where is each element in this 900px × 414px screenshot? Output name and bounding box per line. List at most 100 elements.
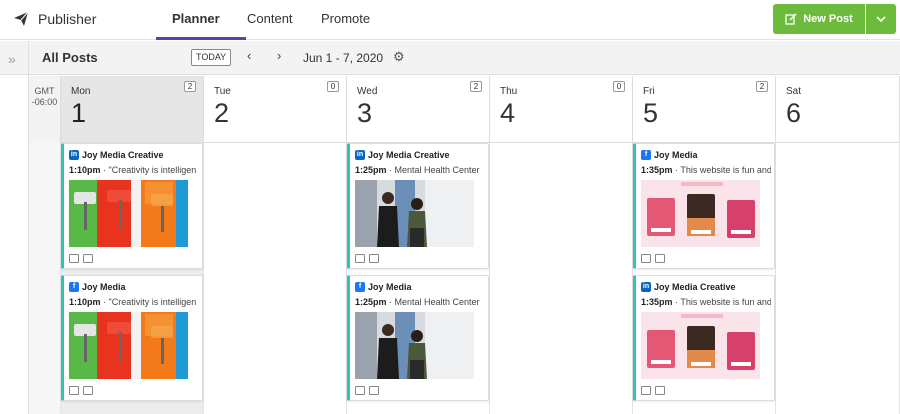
post-time: 1:35pm (641, 165, 673, 175)
calendar-icon (355, 254, 365, 263)
day-header-mon[interactable]: Mon 1 2 (61, 76, 204, 143)
post-meta-icons (641, 254, 665, 263)
post-image-paint-rollers[interactable] (69, 180, 188, 247)
timezone-offset: -06:00 (31, 97, 58, 107)
day-name: Mon (71, 86, 91, 97)
day-number: 6 (786, 98, 802, 128)
post-time: 1:25pm (355, 297, 387, 307)
post-preview: 1:35pm · This website is fun and (641, 165, 771, 175)
date-range: Jun 1 - 7, 2020 (303, 51, 384, 65)
today-button[interactable]: TODAY (191, 49, 232, 66)
tab-promote[interactable]: Promote (321, 11, 370, 26)
account-name: Joy Media (368, 282, 412, 292)
post-text: Mental Health Center (394, 165, 480, 175)
day-name: Wed (357, 86, 378, 97)
image-icon (655, 386, 665, 395)
day-column-thu[interactable] (490, 143, 633, 414)
tab-planner[interactable]: Planner (172, 11, 220, 26)
post-account: f Joy Media (355, 282, 412, 292)
calendar-icon (641, 386, 651, 395)
post-preview: 1:25pm · Mental Health Center (355, 165, 480, 175)
post-meta-icons (641, 386, 665, 395)
post-image-paint-rollers[interactable] (69, 312, 188, 379)
post-text: Mental Health Center (394, 297, 480, 307)
page-title: All Posts (42, 50, 98, 65)
image-icon (83, 254, 93, 263)
post-card[interactable]: f Joy Media 1:35pm · This website is fun a… (633, 143, 775, 269)
expand-sidebar-icon[interactable]: » (8, 51, 16, 67)
post-text: "Creativity is intelligen (108, 165, 197, 175)
image-icon (369, 254, 379, 263)
tab-content[interactable]: Content (247, 11, 293, 26)
post-image-pink-website-mockup[interactable] (641, 312, 760, 379)
post-text: This website is fun and (680, 165, 771, 175)
edit-icon (785, 13, 797, 25)
new-post-button[interactable]: New Post (773, 4, 865, 34)
post-account: f Joy Media (69, 282, 126, 292)
day-header-thu[interactable]: Thu 4 0 (490, 76, 633, 143)
post-time: 1:10pm (69, 297, 101, 307)
previous-week-icon[interactable]: ‹ (247, 48, 251, 63)
post-count-badge: 0 (613, 81, 625, 92)
post-image-office-conversation[interactable] (355, 312, 474, 379)
day-number: 1 (71, 98, 87, 128)
day-name: Fri (643, 86, 655, 97)
day-column-sat[interactable] (776, 143, 900, 414)
day-number: 2 (214, 98, 230, 128)
post-text: This website is fun and (680, 297, 771, 307)
post-count-badge: 2 (470, 81, 482, 92)
image-icon (83, 386, 93, 395)
post-account: in Joy Media Creative (69, 150, 164, 160)
post-count-badge: 2 (756, 81, 768, 92)
day-header-wed[interactable]: Wed 3 2 (347, 76, 490, 143)
post-text: "Creativity is intelligen (108, 297, 197, 307)
day-number: 5 (643, 98, 659, 128)
calendar-icon (641, 254, 651, 263)
post-meta-icons (355, 254, 379, 263)
new-post-dropdown[interactable] (866, 4, 896, 34)
day-column-fri[interactable]: f Joy Media 1:35pm · This website is fun a… (633, 143, 776, 414)
post-account: in Joy Media Creative (641, 282, 736, 292)
post-card[interactable]: in Joy Media Creative 1:25pm · Mental Heal… (347, 143, 489, 269)
post-count-badge: 0 (327, 81, 339, 92)
facebook-icon: f (355, 282, 365, 292)
post-image-pink-website-mockup[interactable] (641, 180, 760, 247)
post-card[interactable]: in Joy Media Creative 1:35pm · This websit… (633, 275, 775, 401)
calendar-icon (69, 254, 79, 263)
post-card[interactable]: in Joy Media Creative 1:10pm · "Creativity… (61, 143, 203, 269)
account-name: Joy Media Creative (368, 150, 450, 160)
gear-icon[interactable]: ⚙ (393, 49, 405, 65)
day-column-tue[interactable] (204, 143, 347, 414)
paper-plane-icon (14, 11, 29, 26)
account-name: Joy Media (82, 282, 126, 292)
post-preview: 1:10pm · "Creativity is intelligen (69, 297, 197, 307)
day-number: 4 (500, 98, 516, 128)
post-preview: 1:25pm · Mental Health Center (355, 297, 480, 307)
top-nav: Publisher Planner Content Promote New Po… (0, 0, 900, 40)
post-time: 1:35pm (641, 297, 673, 307)
chevron-down-icon (876, 16, 886, 22)
post-card[interactable]: f Joy Media 1:25pm · Mental Health Center (347, 275, 489, 401)
account-name: Joy Media (654, 150, 698, 160)
day-header-fri[interactable]: Fri 5 2 (633, 76, 776, 143)
calendar-icon (69, 386, 79, 395)
post-card[interactable]: f Joy Media 1:10pm · "Creativity is intell… (61, 275, 203, 401)
linkedin-icon: in (641, 282, 651, 292)
day-name: Thu (500, 86, 518, 97)
day-name: Sat (786, 86, 802, 97)
linkedin-icon: in (69, 150, 79, 160)
next-week-icon[interactable]: › (277, 48, 281, 63)
time-gutter (29, 143, 61, 414)
post-time: 1:25pm (355, 165, 387, 175)
day-column-mon[interactable]: in Joy Media Creative 1:10pm · "Creativity… (61, 143, 204, 414)
calendar-toolbar: » All Posts TODAY ‹ › Jun 1 - 7, 2020 ⚙ (0, 41, 900, 75)
post-account: f Joy Media (641, 150, 698, 160)
day-header-tue[interactable]: Tue 2 0 (204, 76, 347, 143)
timezone-name: GMT (34, 86, 55, 96)
post-count-badge: 2 (184, 81, 196, 92)
post-image-office-conversation[interactable] (355, 180, 474, 247)
facebook-icon: f (641, 150, 651, 160)
post-time: 1:10pm (69, 165, 101, 175)
day-header-sat[interactable]: Sat 6 (776, 76, 900, 143)
day-column-wed[interactable]: in Joy Media Creative 1:25pm · Mental Heal… (347, 143, 490, 414)
